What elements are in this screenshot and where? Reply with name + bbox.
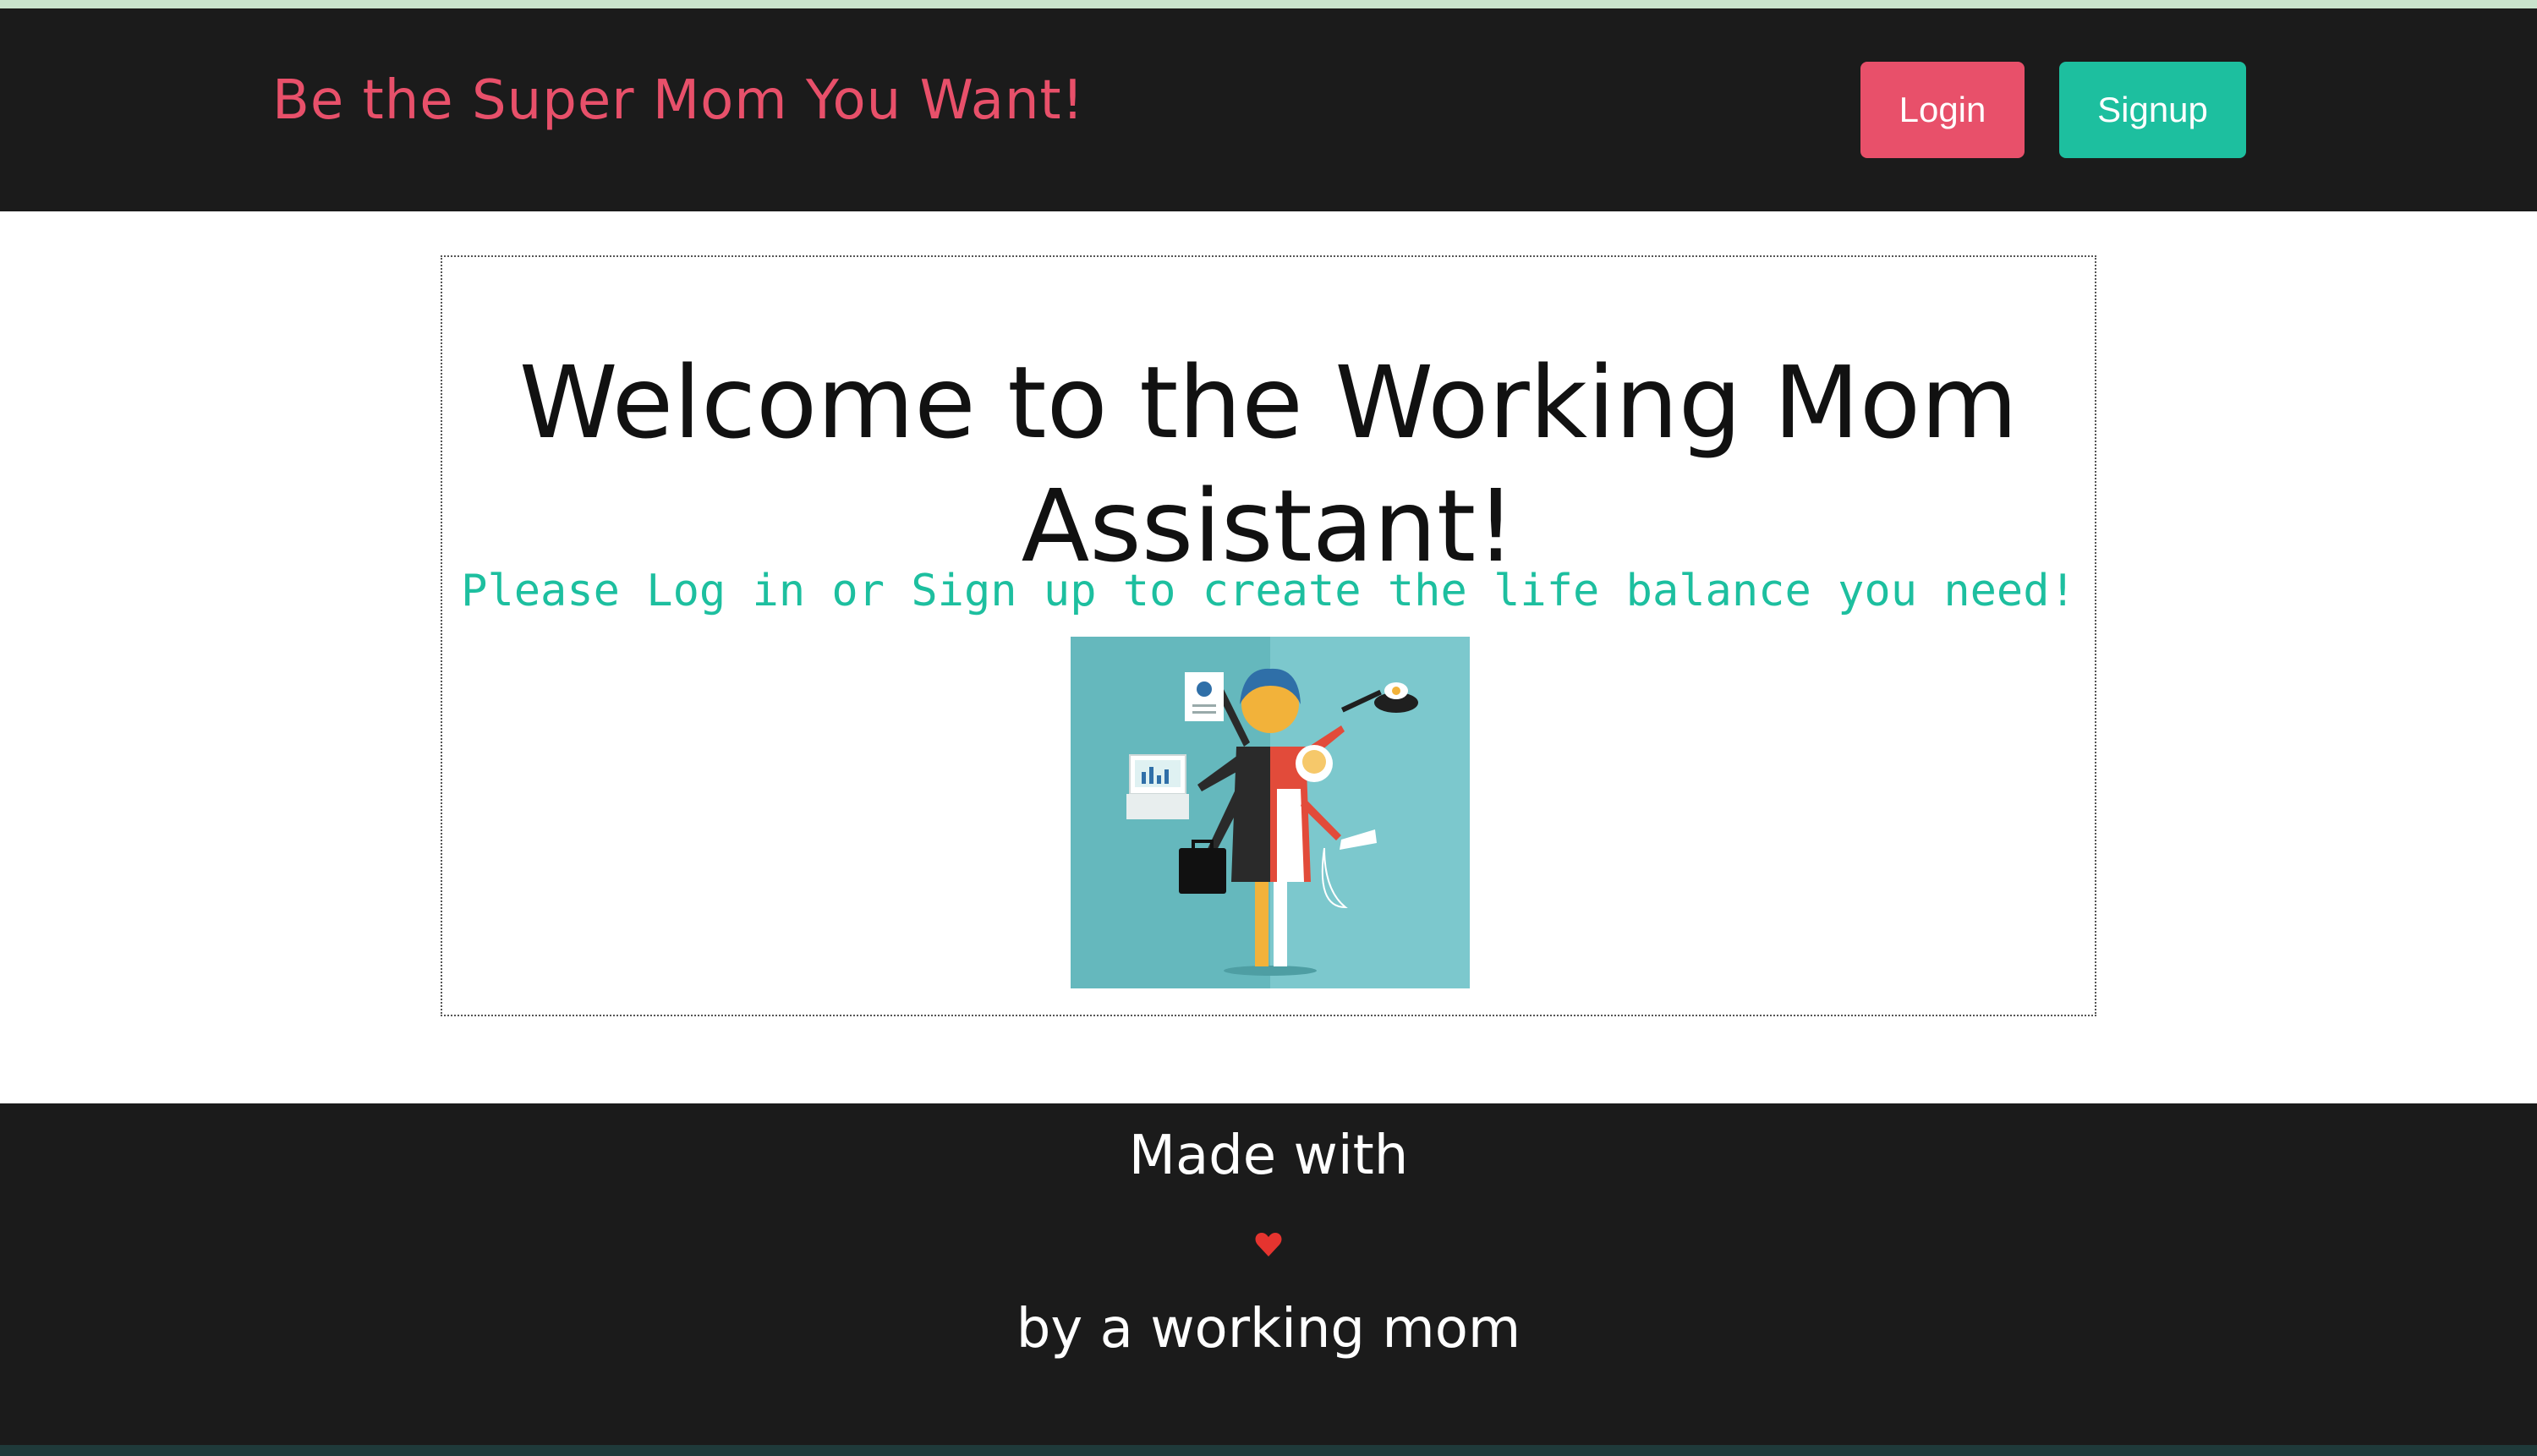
made-with-text: Made with [1128, 1125, 1409, 1187]
login-button[interactable]: Login [1860, 62, 2025, 158]
working-mom-illustration-graphic [1071, 637, 1470, 988]
heart-icon [1255, 1233, 1282, 1256]
working-mom-illustration [1071, 637, 1470, 988]
navbar: Be the Super Mom You Want! Login Signup [0, 8, 2537, 211]
brand-title[interactable]: Be the Super Mom You Want! [272, 69, 1084, 132]
footer: Made with by a working mom [0, 1103, 2537, 1445]
welcome-card: Welcome to the Working Mom Assistant! Pl… [441, 255, 2096, 1016]
welcome-subtitle: Please Log in or Sign up to create the l… [461, 566, 2076, 616]
by-working-mom-text: by a working mom [1016, 1298, 1521, 1360]
bottom-strip [0, 1445, 2537, 1456]
signup-button[interactable]: Signup [2059, 62, 2246, 158]
welcome-title: Welcome to the Working Mom Assistant! [518, 344, 2019, 585]
top-accent-strip [0, 0, 2537, 8]
